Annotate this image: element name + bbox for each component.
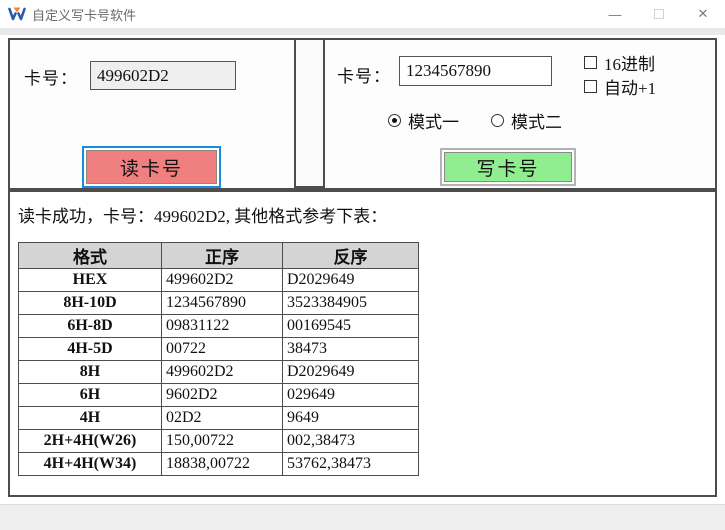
minimize-button[interactable]: — — [593, 0, 637, 28]
table-row: 4H+4H(W34)18838,0072253762,38473 — [19, 453, 419, 476]
table-row: 4H-5D0072238473 — [19, 338, 419, 361]
hex-checkbox-row: 16进制 — [584, 50, 655, 74]
format-cell: 2H+4H(W26) — [19, 430, 162, 453]
app-window: { "window": { "title": "自定义写卡号软件", "mini… — [0, 0, 725, 530]
auto-increment-checkbox[interactable] — [584, 80, 597, 93]
table-row: 6H-8D0983112200169545 — [19, 315, 419, 338]
mode-radio-group: 模式一 模式二 — [388, 108, 562, 133]
close-button[interactable]: ✕ — [681, 0, 725, 28]
value-cell: D2029649 — [283, 361, 419, 384]
read-card-label: 卡号： — [24, 64, 78, 89]
minimize-icon: — — [609, 7, 622, 22]
format-cell: 8H — [19, 361, 162, 384]
value-cell: 38473 — [283, 338, 419, 361]
format-cell: 6H-8D — [19, 315, 162, 338]
format-cell: 4H-5D — [19, 338, 162, 361]
format-cell: 4H — [19, 407, 162, 430]
value-cell: 9602D2 — [162, 384, 283, 407]
write-card-button-face: 写卡号 — [444, 152, 572, 182]
format-cell: 4H+4H(W34) — [19, 453, 162, 476]
window-controls: — ✕ — [593, 0, 725, 28]
format-cell: HEX — [19, 269, 162, 292]
mode-two-radio[interactable] — [491, 114, 504, 127]
format-table: 格式 正序 反序 HEX499602D2D20296498H-10D123456… — [18, 242, 419, 476]
table-row: 2H+4H(W26)150,00722002,38473 — [19, 430, 419, 453]
write-card-button[interactable]: 写卡号 — [440, 148, 576, 186]
value-cell: 00722 — [162, 338, 283, 361]
format-cell: 8H-10D — [19, 292, 162, 315]
value-cell: 9649 — [283, 407, 419, 430]
close-icon: ✕ — [698, 6, 709, 22]
value-cell: 499602D2 — [162, 269, 283, 292]
app-logo-icon — [8, 5, 26, 23]
table-row: 8H499602D2D2029649 — [19, 361, 419, 384]
titlebar: 自定义写卡号软件 — ✕ — [0, 0, 725, 28]
read-card-button-face: 读卡号 — [86, 150, 217, 184]
table-row: HEX499602D2D2029649 — [19, 269, 419, 292]
value-cell: 1234567890 — [162, 292, 283, 315]
value-cell: D2029649 — [283, 269, 419, 292]
write-card-number-input[interactable] — [399, 56, 552, 86]
vertical-divider-box — [294, 38, 325, 188]
table-row: 4H02D29649 — [19, 407, 419, 430]
format-table-body: HEX499602D2D20296498H-10D123456789035233… — [19, 269, 419, 476]
auto-increment-checkbox-label: 自动+1 — [604, 74, 656, 99]
value-cell: 002,38473 — [283, 430, 419, 453]
card-io-panel: 卡号： 卡号： 16进制 自动+1 模式一 模式二 读卡号 写卡号 — [8, 38, 717, 190]
header-reverse: 反序 — [283, 243, 419, 269]
value-cell: 00169545 — [283, 315, 419, 338]
read-card-button[interactable]: 读卡号 — [82, 146, 221, 188]
table-row: 6H9602D2029649 — [19, 384, 419, 407]
format-cell: 6H — [19, 384, 162, 407]
value-cell: 029649 — [283, 384, 419, 407]
value-cell: 150,00722 — [162, 430, 283, 453]
menustrip — [0, 28, 725, 35]
header-forward: 正序 — [162, 243, 283, 269]
mode-two-label: 模式二 — [511, 108, 562, 133]
value-cell: 53762,38473 — [283, 453, 419, 476]
format-table-header: 格式 正序 反序 — [19, 243, 419, 269]
header-row: 格式 正序 反序 — [19, 243, 419, 269]
status-text: 读卡成功，卡号：499602D2, 其他格式参考下表： — [18, 202, 387, 227]
mode-one-radio[interactable] — [388, 114, 401, 127]
write-card-label: 卡号： — [337, 62, 391, 87]
hex-checkbox[interactable] — [584, 56, 597, 69]
value-cell: 3523384905 — [283, 292, 419, 315]
read-card-number-field[interactable] — [90, 61, 236, 90]
value-cell: 499602D2 — [162, 361, 283, 384]
table-row: 8H-10D12345678903523384905 — [19, 292, 419, 315]
value-cell: 02D2 — [162, 407, 283, 430]
mode-one-label: 模式一 — [408, 108, 459, 133]
value-cell: 18838,00722 — [162, 453, 283, 476]
auto-increment-checkbox-row: 自动+1 — [584, 74, 656, 98]
header-format: 格式 — [19, 243, 162, 269]
hex-checkbox-label: 16进制 — [604, 50, 655, 75]
maximize-icon — [654, 9, 664, 19]
value-cell: 09831122 — [162, 315, 283, 338]
window-title: 自定义写卡号软件 — [32, 5, 136, 24]
maximize-button[interactable] — [637, 0, 681, 28]
result-panel: 读卡成功，卡号：499602D2, 其他格式参考下表： 格式 正序 反序 HEX… — [8, 190, 717, 497]
footer-bar — [0, 504, 725, 530]
